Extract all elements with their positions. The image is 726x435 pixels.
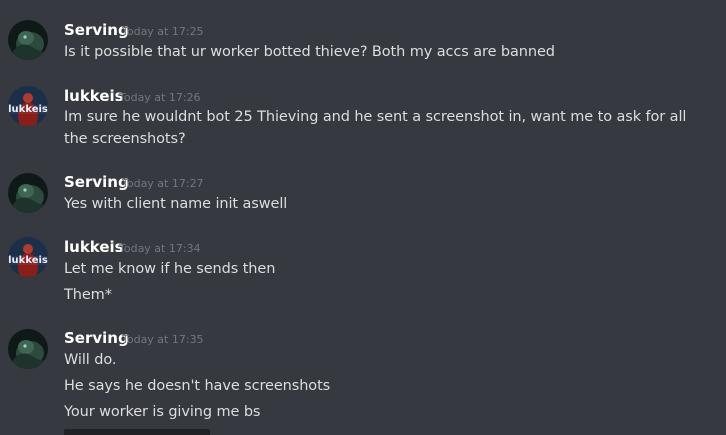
message-author[interactable]: lukkeis (64, 238, 124, 256)
message-author[interactable]: Serving (64, 21, 129, 39)
user-avatar[interactable] (8, 20, 48, 60)
message-text: Let me know if he sends then (64, 261, 276, 277)
lukkeis-red-figure-avatar-icon: lukkeis (8, 237, 48, 277)
dark-green-creature-avatar-icon (8, 173, 48, 213)
message-author[interactable]: Serving (64, 329, 129, 347)
user-avatar[interactable]: lukkeis (8, 237, 48, 277)
message-text: Them* (64, 287, 112, 303)
message-text: He says he doesn't have screenshots (64, 378, 331, 394)
message-timestamp: Today at 17:35 (122, 333, 204, 346)
message-text: Im sure he wouldnt bot 25 Thieving and h… (64, 109, 687, 147)
image-attachment[interactable] (64, 429, 210, 435)
avatar-label: lukkeis (8, 104, 48, 115)
message-timestamp: Today at 17:25 (122, 25, 204, 38)
lukkeis-red-figure-avatar-icon: lukkeis (8, 86, 48, 126)
message-timestamp: Today at 17:27 (122, 177, 204, 190)
message-timestamp: Today at 17:34 (119, 242, 201, 255)
message-text: Is it possible that ur worker botted thi… (64, 44, 555, 60)
message-timestamp: Today at 17:26 (119, 91, 201, 104)
message-text: Yes with client name init aswell (64, 196, 288, 212)
message-text: Will do. (64, 352, 117, 368)
message-author[interactable]: Serving (64, 173, 129, 191)
avatar-label: lukkeis (8, 255, 48, 266)
dark-green-creature-avatar-icon (8, 20, 48, 60)
dark-green-creature-avatar-icon (8, 329, 48, 369)
message-author[interactable]: lukkeis (64, 87, 124, 105)
user-avatar[interactable] (8, 173, 48, 213)
user-avatar[interactable] (8, 329, 48, 369)
user-avatar[interactable]: lukkeis (8, 86, 48, 126)
message-text: Your worker is giving me bs (64, 404, 261, 420)
